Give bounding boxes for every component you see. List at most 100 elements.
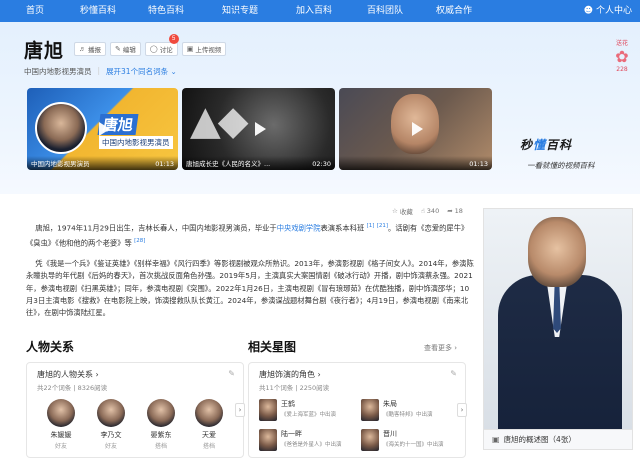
view-more-label: 查看更多 — [424, 344, 452, 352]
flower-count: 228 — [616, 66, 628, 73]
entry-subtitle-row: 中国内地影视男演员 | 展开31个同名词条 ⌄ — [24, 66, 177, 77]
video-card-1[interactable]: 唐旭 中国内地影视男演员 中国内地影视男演员 01:13 — [27, 88, 178, 170]
reference-link[interactable]: [1] — [367, 223, 375, 229]
stars-card-stats: 共11个词条 | 2250阅读 — [259, 384, 330, 392]
summary-text: 凭《我是一个兵》《鉴证英雄》《别样幸福》《风行四季》等影视剧被观众所熟识。201… — [26, 259, 474, 318]
summary-portrait-image[interactable] — [483, 208, 633, 430]
relation-person[interactable]: 天爱 搭档 — [189, 399, 229, 450]
miaodong-logo[interactable]: 秒懂百科 — [520, 136, 572, 153]
image-gallery-icon: ▣ — [492, 435, 500, 444]
relations-count: 共22个词条 — [37, 384, 72, 392]
nav-cooperation[interactable]: 权威合作 — [436, 0, 472, 22]
relations-card-title: 唐旭的人物关系 › — [37, 370, 99, 379]
summary-paragraph-2: 凭《我是一个兵》《鉴证英雄》《别样幸福》《风行四季》等影视剧被观众所熟识。201… — [26, 258, 476, 319]
school-link[interactable]: 中央戏剧学院 — [277, 223, 321, 232]
video-caption-bar: 中国内地影视男演员 01:13 — [27, 156, 178, 170]
role-photo — [259, 399, 277, 421]
like-button[interactable]: ☝ 340 — [421, 207, 439, 215]
play-icon — [98, 122, 110, 136]
upload-label: 上传视频 — [195, 47, 222, 54]
chevron-down-icon: ⌄ — [170, 67, 177, 76]
entry-actions: ♬ 播报 ✎ 编辑 ◯ 讨论 5 ▣ 上传视频 — [74, 34, 227, 56]
reference-link[interactable]: [21] — [377, 223, 388, 229]
avatar — [97, 399, 125, 427]
speaker-icon: ♬ — [79, 45, 86, 53]
play-audio-button[interactable]: ♬ 播报 — [74, 42, 106, 56]
video-card-2[interactable]: ▲◆ 唐旭成长史《人民的名义》... 02:30 — [182, 88, 335, 170]
nav-team[interactable]: 百科团队 — [367, 0, 403, 22]
relation-person[interactable]: 朱媛媛 好友 — [41, 399, 81, 450]
logo-part-b: 懂 — [533, 138, 547, 152]
video-duration: 01:13 — [155, 160, 174, 168]
avatar — [195, 399, 223, 427]
role-item[interactable]: 晋川 《海关的十一国》中出演 — [361, 429, 457, 451]
person-relation: 好友 — [104, 443, 117, 450]
star-icon: ☆ — [392, 207, 398, 215]
role-name: 朱局 — [383, 400, 397, 408]
nav-topics[interactable]: 知识专题 — [222, 0, 258, 22]
role-name: 陆一畔 — [281, 430, 302, 438]
role-photo — [361, 399, 379, 421]
role-work: 《爸爸是外星人》中出演 — [281, 442, 342, 448]
video-brand-sub: 中国内地影视男演员 — [99, 136, 173, 149]
upload-video-button[interactable]: ▣ 上传视频 — [181, 42, 227, 56]
person-name: 朱媛媛 — [50, 431, 72, 439]
role-item[interactable]: 陆一畔 《爸爸是外星人》中出演 — [259, 429, 355, 451]
miaodong-slogan: 一看就懂的视频百科 — [527, 161, 595, 170]
reference-link[interactable]: [28] — [134, 238, 145, 244]
flower-icon: ✿ — [615, 47, 629, 66]
expand-homonyms-link[interactable]: 展开31个同名词条 ⌄ — [106, 66, 177, 77]
stars-card-title-text: 唐旭饰演的角色 — [259, 370, 315, 379]
share-button[interactable]: ➦ 18 — [447, 207, 463, 215]
pencil-icon: ✎ — [115, 46, 121, 53]
relation-person[interactable]: 晏紫东 搭档 — [141, 399, 181, 450]
entry-stats: ☆ 收藏 ☝ 340 ➦ 18 — [392, 206, 463, 216]
role-item[interactable]: 王鹤 《爱上海军蓝》中出演 — [259, 399, 355, 421]
nav-join[interactable]: 加入百科 — [296, 0, 332, 22]
logo-part-c: 百科 — [546, 138, 573, 152]
discuss-button[interactable]: ◯ 讨论 5 — [144, 34, 179, 56]
top-navigation: 首页 秒懂百科 特色百科 知识专题 加入百科 百科团队 权威合作 ☻ 个人中心 — [0, 0, 640, 22]
collect-button[interactable]: ☆ 收藏 — [392, 206, 413, 216]
share-count: 18 — [454, 207, 463, 215]
nav-home[interactable]: 首页 — [26, 0, 44, 22]
entry-subtitle: 中国内地影视男演员 — [24, 67, 92, 76]
nav-featured[interactable]: 特色百科 — [148, 0, 184, 22]
person-relation: 搭档 — [202, 443, 215, 450]
relations-card-title-text: 唐旭的人物关系 — [37, 370, 93, 379]
chevron-right-icon[interactable]: › — [457, 403, 467, 417]
nav-miaodong[interactable]: 秒懂百科 — [80, 0, 116, 22]
relations-card-stats: 共22个词条 | 8326阅读 — [37, 384, 108, 392]
summary-text: 唐旭，1974年11月29日出生，吉林长春人，中国内地影视男演员，毕业于 — [35, 223, 277, 233]
edit-icon[interactable]: ✎ — [450, 369, 457, 378]
avatar — [47, 399, 75, 427]
relation-person[interactable]: 李乃文 好友 — [91, 399, 131, 450]
person-name: 晏紫东 — [150, 431, 172, 439]
edit-label: 编辑 — [122, 47, 136, 54]
play-icon — [411, 122, 423, 136]
relations-card[interactable]: 唐旭的人物关系 › 共22个词条 | 8326阅读 ✎ 朱媛媛 好友 李乃文 好… — [26, 362, 245, 458]
video-caption: 唐旭成长史《人民的名义》... — [186, 160, 271, 168]
send-flower-button[interactable]: 送花 ✿ 228 — [608, 38, 636, 73]
video-thumbnail-face — [35, 102, 87, 154]
edit-icon[interactable]: ✎ — [228, 369, 235, 378]
edit-button[interactable]: ✎ 编辑 — [110, 42, 141, 56]
video-duration: 02:30 — [312, 160, 331, 168]
person-relation: 搭档 — [154, 443, 167, 450]
relations-section-title: 人物关系 — [26, 340, 75, 354]
user-center-link[interactable]: ☻ 个人中心 — [584, 0, 632, 22]
video-duration: 01:13 — [469, 160, 488, 168]
logo-part-a: 秒 — [520, 138, 534, 152]
share-icon: ➦ — [447, 207, 453, 215]
stars-card[interactable]: 唐旭饰演的角色 › 共11个词条 | 2250阅读 ✎ 王鹤 《爱上海军蓝》中出… — [248, 362, 467, 458]
video-thumbnail-art: ▲◆ — [190, 98, 249, 144]
stars-section-title: 相关星图 — [248, 340, 297, 354]
play-icon — [254, 122, 266, 136]
video-card-3[interactable]: 01:13 — [339, 88, 492, 170]
chevron-right-icon[interactable]: › — [235, 403, 245, 417]
flower-label: 送花 — [615, 40, 628, 47]
view-more-link[interactable]: 查看更多 › — [424, 343, 457, 353]
user-center-label: 个人中心 — [595, 6, 632, 16]
portrait-caption[interactable]: ▣ 唐旭的概述图（4张） — [483, 430, 633, 450]
role-item[interactable]: 朱局 《酷客特邦》中出演 — [361, 399, 457, 421]
